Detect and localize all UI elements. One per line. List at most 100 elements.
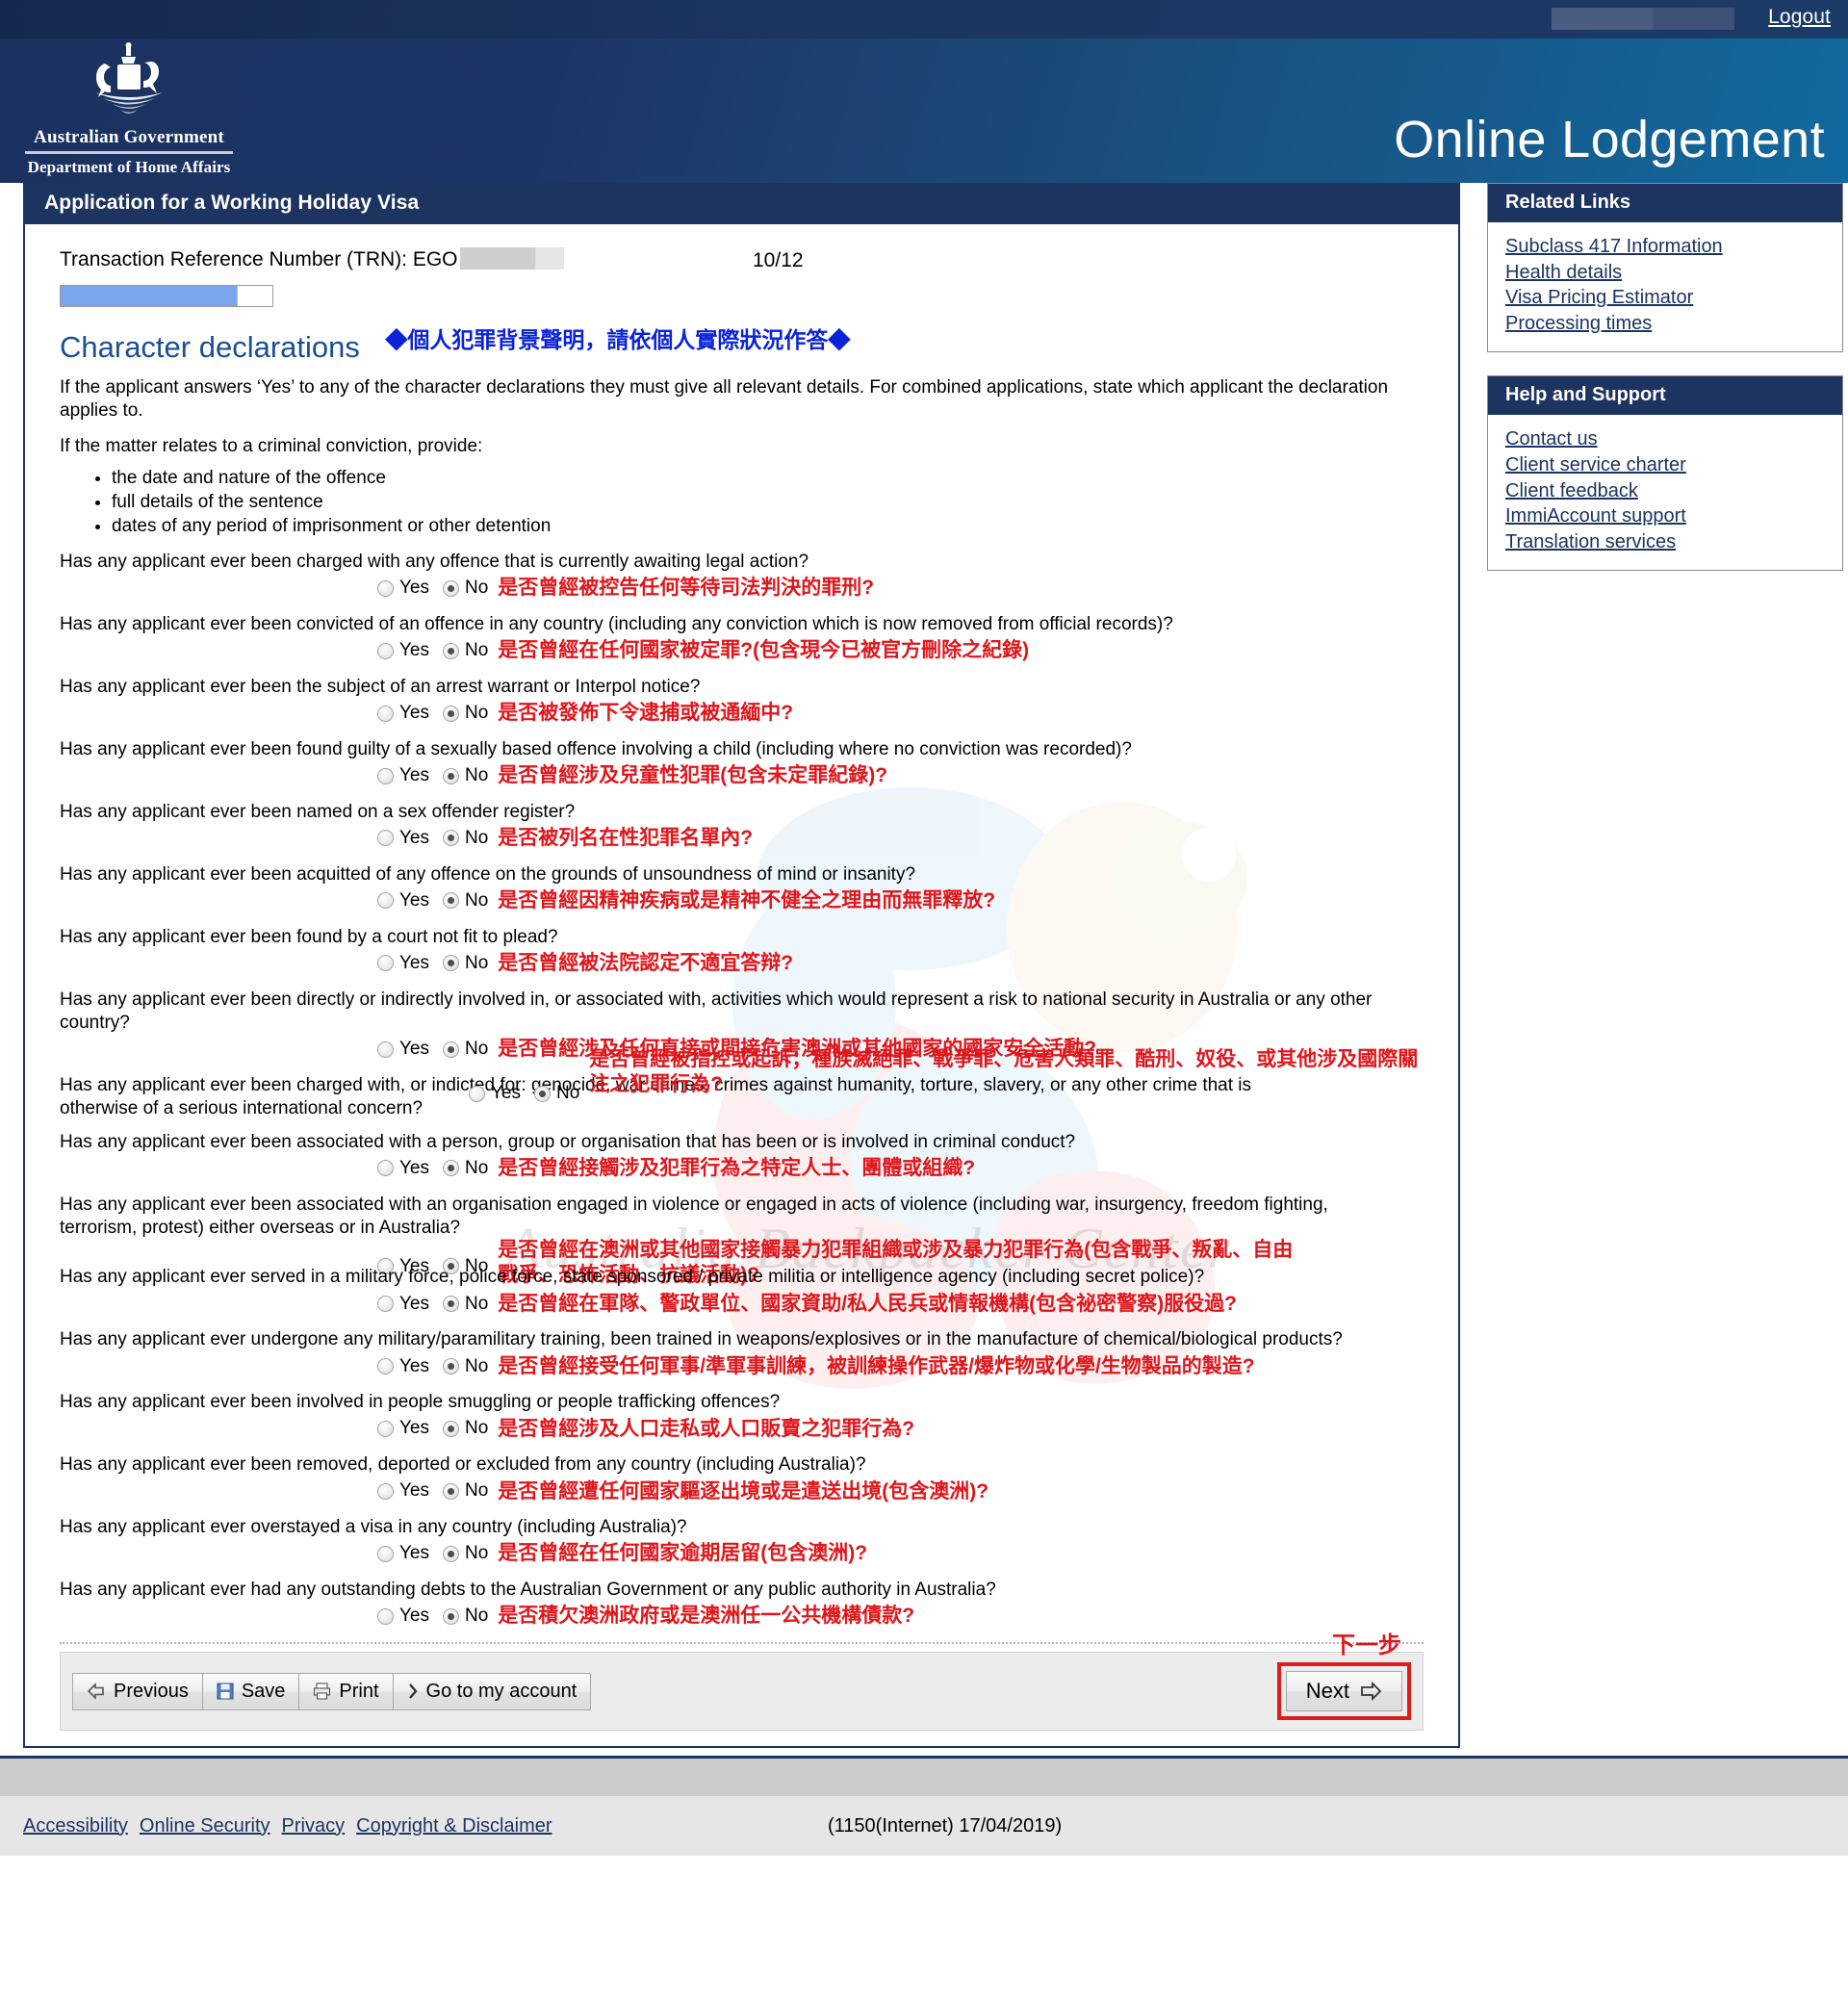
radio-no-label: No bbox=[556, 1083, 580, 1104]
radio-yes[interactable] bbox=[377, 1358, 394, 1375]
question-block: Has any applicant ever been convicted of… bbox=[60, 613, 1437, 663]
help-link-client-feedback[interactable]: Client feedback bbox=[1505, 478, 1825, 504]
radio-yes[interactable] bbox=[469, 1085, 485, 1102]
radio-yes[interactable] bbox=[377, 892, 394, 910]
radio-yes-label: Yes bbox=[399, 640, 429, 661]
footer-link-privacy[interactable]: Privacy bbox=[282, 1815, 346, 1837]
radio-no-label: No bbox=[465, 578, 489, 599]
related-links-list: Subclass 417 Information Health details … bbox=[1488, 222, 1842, 351]
question-block: Has any applicant ever been removed, dep… bbox=[60, 1453, 1437, 1503]
question-block: Has any applicant ever been charged with… bbox=[60, 551, 1437, 601]
radio-yes[interactable] bbox=[377, 1607, 394, 1625]
help-link-contact-us[interactable]: Contact us bbox=[1505, 426, 1825, 452]
radio-no-label: No bbox=[465, 1039, 489, 1060]
radio-no-label: No bbox=[465, 1480, 489, 1502]
radio-no[interactable] bbox=[443, 955, 459, 972]
radio-yes[interactable] bbox=[377, 1160, 394, 1177]
next-button[interactable]: Next bbox=[1285, 1671, 1402, 1711]
progress-tick bbox=[236, 286, 238, 306]
question-block: Has any applicant ever been found guilty… bbox=[60, 738, 1437, 788]
print-button-label: Print bbox=[339, 1680, 379, 1702]
radio-no[interactable] bbox=[443, 830, 459, 847]
answer-row: Yes No 是否曾經涉及人口走私或人口販賣之犯罪行為? bbox=[60, 1417, 1437, 1442]
left-button-group: Previous Save Print Go to my account bbox=[72, 1672, 592, 1710]
radio-no-label: No bbox=[465, 1606, 489, 1627]
footer-link-copyright-disclaimer[interactable]: Copyright & Disclaimer bbox=[356, 1815, 552, 1837]
footer: Accessibility Online Security Privacy Co… bbox=[0, 1796, 1848, 1856]
radio-no[interactable] bbox=[443, 1358, 459, 1375]
list-item: dates of any period of imprisonment or o… bbox=[112, 514, 1437, 538]
radio-yes-label: Yes bbox=[399, 952, 429, 973]
top-utility-bar: Logout bbox=[0, 0, 1848, 39]
radio-no[interactable] bbox=[443, 1482, 459, 1500]
question-annotation-cn: 是否曾經在任何國家被定罪?(包含現今已被官方刪除之紀錄) bbox=[498, 639, 1030, 662]
question-block: Has any applicant ever been the subject … bbox=[60, 676, 1437, 726]
radio-no-label: No bbox=[465, 640, 489, 661]
question-text: Has any applicant ever been found guilty… bbox=[60, 738, 1132, 759]
help-link-translation-services[interactable]: Translation services bbox=[1505, 529, 1825, 555]
logout-link[interactable]: Logout bbox=[1768, 6, 1831, 29]
related-link-health-details[interactable]: Health details bbox=[1505, 260, 1825, 286]
related-link-subclass-417[interactable]: Subclass 417 Information bbox=[1505, 234, 1825, 260]
radio-yes[interactable] bbox=[377, 1482, 394, 1500]
coat-of-arms-icon bbox=[95, 42, 163, 114]
transaction-reference-row: Transaction Reference Number (TRN): EGO … bbox=[60, 247, 1437, 271]
next-button-highlight: 下一步 Next bbox=[1276, 1632, 1411, 1720]
radio-no[interactable] bbox=[443, 1296, 459, 1313]
question-annotation-cn: 是否曾經接受任何軍事/準軍事訓練，被訓練操作武器/爆炸物或化學/生物製品的製造? bbox=[498, 1354, 1255, 1377]
radio-yes[interactable] bbox=[377, 705, 394, 722]
intro-paragraph-1: If the applicant answers ‘Yes’ to any of… bbox=[60, 377, 1389, 422]
print-button[interactable]: Print bbox=[298, 1672, 394, 1710]
footer-link-accessibility[interactable]: Accessibility bbox=[23, 1815, 128, 1837]
radio-yes[interactable] bbox=[377, 1296, 394, 1313]
radio-yes[interactable] bbox=[377, 830, 394, 847]
radio-yes[interactable] bbox=[377, 1041, 394, 1058]
radio-no-label: No bbox=[465, 703, 489, 724]
related-link-processing-times[interactable]: Processing times bbox=[1505, 311, 1825, 337]
radio-no[interactable] bbox=[443, 767, 459, 784]
question-annotation-cn: 是否曾經在任何國家逾期居留(包含澳洲)? bbox=[498, 1542, 868, 1565]
radio-no[interactable] bbox=[443, 705, 459, 722]
section-title: Character declarations bbox=[60, 330, 360, 364]
radio-yes[interactable] bbox=[377, 1545, 394, 1562]
radio-no[interactable] bbox=[443, 1160, 459, 1177]
footer-link-online-security[interactable]: Online Security bbox=[140, 1815, 270, 1837]
radio-no[interactable] bbox=[443, 892, 459, 910]
answer-row: Yes No 是否被列名在性犯罪名單內? bbox=[60, 826, 1437, 851]
related-link-visa-pricing-estimator[interactable]: Visa Pricing Estimator bbox=[1505, 285, 1825, 311]
radio-yes[interactable] bbox=[377, 767, 394, 784]
save-button-label: Save bbox=[241, 1680, 286, 1702]
radio-yes-label: Yes bbox=[399, 1293, 429, 1314]
radio-yes-label: Yes bbox=[399, 1480, 429, 1502]
intro-paragraph-2: If the matter relates to a criminal conv… bbox=[60, 435, 483, 456]
help-link-immiaccount-support[interactable]: ImmiAccount support bbox=[1505, 503, 1825, 529]
radio-no[interactable] bbox=[443, 1041, 459, 1058]
radio-no[interactable] bbox=[534, 1085, 551, 1102]
answer-row: Yes No 是否曾經接受任何軍事/準軍事訓練，被訓練操作武器/爆炸物或化學/生… bbox=[60, 1354, 1437, 1379]
question-annotation-cn: 是否曾經被指控或起訴；種族滅絕罪、戰爭罪、危害人類罪、酷刑、奴役、或其他涉及國際… bbox=[589, 1048, 1419, 1096]
arrow-left-icon bbox=[87, 1683, 104, 1700]
go-to-my-account-button[interactable]: Go to my account bbox=[392, 1672, 592, 1710]
save-button[interactable]: Save bbox=[201, 1672, 300, 1710]
question-text: Has any applicant ever overstayed a visa… bbox=[60, 1517, 687, 1538]
answer-row: Yes No 是否曾經因精神疾病或是精神不健全之理由而無罪釋放? bbox=[60, 888, 1437, 913]
previous-button[interactable]: Previous bbox=[72, 1672, 203, 1710]
help-and-support-card: Help and Support Contact us Client servi… bbox=[1487, 375, 1843, 572]
radio-yes[interactable] bbox=[377, 955, 394, 972]
page-counter: 10/12 bbox=[753, 249, 804, 271]
radio-yes[interactable] bbox=[377, 1420, 394, 1437]
radio-no[interactable] bbox=[443, 1420, 459, 1437]
panel-title: Application for a Working Holiday Visa bbox=[25, 183, 1458, 224]
radio-no[interactable] bbox=[443, 579, 459, 597]
help-and-support-list: Contact us Client service charter Client… bbox=[1488, 415, 1842, 570]
radio-yes[interactable] bbox=[377, 642, 394, 659]
radio-yes[interactable] bbox=[377, 579, 394, 597]
criminal-conviction-bullets: the date and nature of the offence full … bbox=[89, 466, 1437, 538]
radio-no[interactable] bbox=[443, 1607, 459, 1625]
radio-no-label: No bbox=[465, 1293, 489, 1314]
radio-yes-label: Yes bbox=[399, 1039, 429, 1060]
radio-no[interactable] bbox=[443, 642, 459, 659]
radio-no-label: No bbox=[465, 765, 489, 786]
help-link-client-service-charter[interactable]: Client service charter bbox=[1505, 452, 1825, 478]
radio-no[interactable] bbox=[443, 1545, 459, 1562]
